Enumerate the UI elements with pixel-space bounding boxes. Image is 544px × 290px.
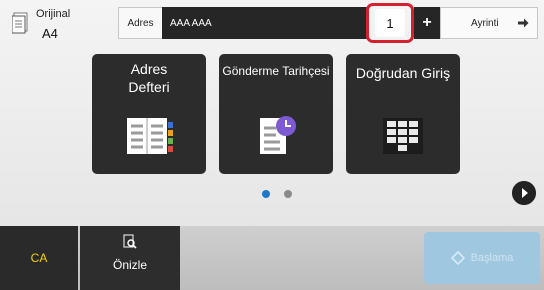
- copies-highlight[interactable]: 1: [366, 3, 414, 43]
- direct-entry-tile[interactable]: Doğrudan Giriş: [346, 54, 460, 174]
- sending-history-tile[interactable]: Gönderme Tarihçesi: [219, 54, 333, 174]
- preview-label: Önizle: [112, 258, 147, 272]
- preview-icon: [123, 234, 137, 249]
- start-icon: [450, 251, 465, 265]
- address-field[interactable]: AAA AAA: [162, 7, 368, 39]
- start-button[interactable]: Başlama: [424, 232, 540, 284]
- preview-button[interactable]: Önizle: [80, 226, 180, 290]
- page-dot-active[interactable]: [262, 190, 270, 198]
- address-book-title-line: Defteri: [128, 79, 170, 95]
- address-book-title: Adres Defteri: [92, 60, 206, 96]
- address-book-title-line: Adres: [130, 61, 168, 77]
- page-dot[interactable]: [284, 190, 292, 198]
- address-book-tile[interactable]: Adres Defteri: [92, 54, 206, 174]
- clear-all-button[interactable]: CA: [0, 226, 78, 290]
- sending-history-icon: [260, 116, 296, 154]
- fax-send-screen: Orijinal A4 Adres AAA AAA 1 + Ayrinti Ad…: [0, 0, 544, 290]
- original-indicator[interactable]: Orijinal A4: [6, 4, 116, 50]
- details-button[interactable]: Ayrinti: [440, 7, 538, 39]
- original-size: A4: [42, 26, 58, 41]
- details-label: Ayrinti: [471, 17, 499, 29]
- address-book-icon: [127, 118, 173, 154]
- keypad-icon: [383, 118, 423, 154]
- sending-history-title: Gönderme Tarihçesi: [222, 64, 330, 78]
- bottom-bar: CA Önizle Başlama: [0, 226, 544, 290]
- address-label: Adres: [118, 7, 162, 39]
- copies-count[interactable]: 1: [375, 9, 405, 37]
- original-label: Orijinal: [36, 8, 71, 20]
- arrow-right-icon: [518, 18, 529, 28]
- next-page-icon[interactable]: [512, 181, 536, 205]
- page-indicator: [258, 188, 298, 200]
- start-label: Başlama: [470, 252, 514, 264]
- add-address-button[interactable]: +: [414, 7, 440, 39]
- address-bar: Adres AAA AAA 1 + Ayrinti: [118, 3, 538, 43]
- direct-entry-title: Doğrudan Giriş: [355, 65, 451, 81]
- document-icon: [12, 12, 28, 34]
